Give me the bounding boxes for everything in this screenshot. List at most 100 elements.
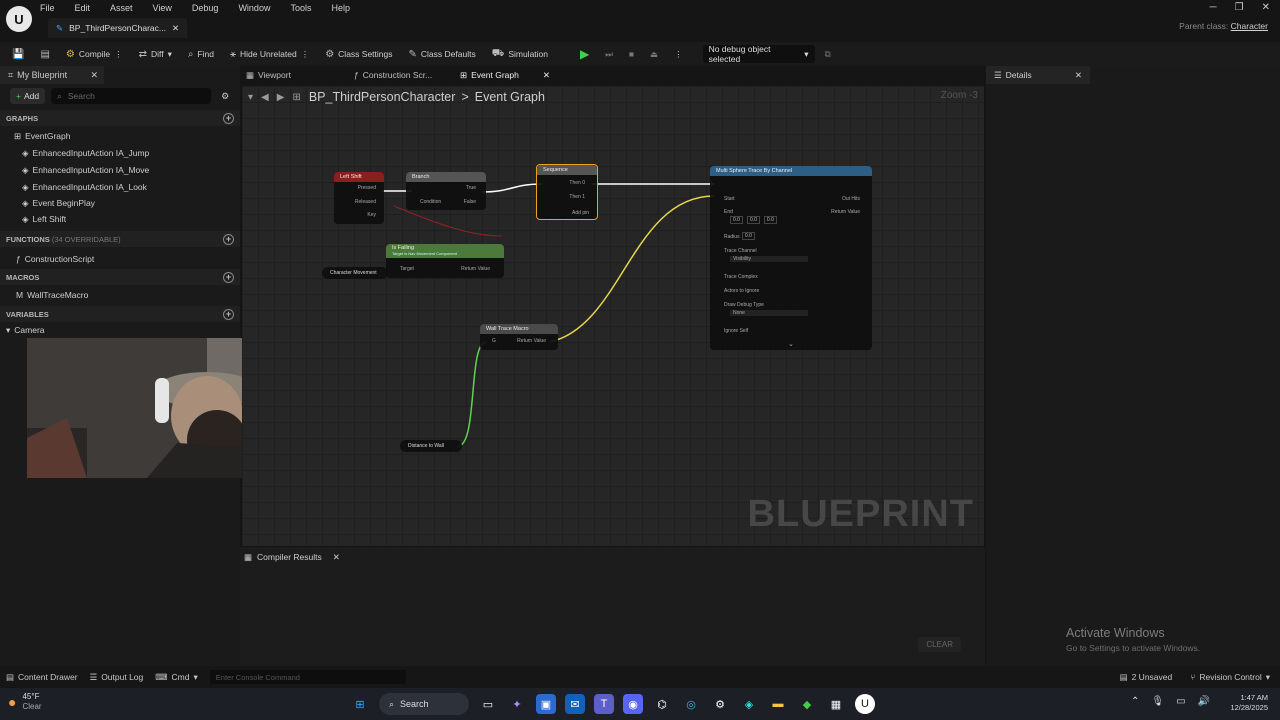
console-command-input[interactable]: Enter Console Command xyxy=(209,670,406,684)
graph-item[interactable]: ◈ Left Shift xyxy=(0,211,240,227)
section-graphs[interactable]: GRAPHS + xyxy=(0,110,240,126)
trace-channel-dropdown[interactable]: Visibility xyxy=(730,256,808,262)
search-input[interactable]: ⌕ Search xyxy=(51,88,212,104)
pin-trace-channel[interactable]: Trace Channel xyxy=(724,248,757,254)
cmd-select[interactable]: ⌨ Cmd ▾ xyxy=(155,672,198,683)
close-icon[interactable]: ✕ xyxy=(543,70,550,81)
revision-control-button[interactable]: ⑂ Revision Control ▾ xyxy=(1190,672,1270,683)
tab-viewport[interactable]: ▦ Viewport xyxy=(246,66,291,84)
save-button[interactable]: 💾 xyxy=(6,44,30,64)
graph-item[interactable]: ◈ EnhancedInputAction IA_Look xyxy=(0,179,240,195)
steam-icon[interactable]: ⚙ xyxy=(710,694,730,714)
diff-button[interactable]: ⇄ Diff ▾ xyxy=(133,44,178,64)
app2-icon[interactable]: ◈ xyxy=(739,694,759,714)
pin-g[interactable]: G xyxy=(492,338,496,344)
node-left-shift[interactable]: Left Shift Pressed Released Key xyxy=(334,172,384,224)
end-y-field[interactable]: 0.0 xyxy=(746,216,760,224)
pin-target[interactable]: Target xyxy=(400,266,414,272)
pin-out-hits[interactable]: Out Hits xyxy=(842,196,860,202)
draw-debug-dropdown[interactable]: None xyxy=(730,310,808,316)
output-log-button[interactable]: ☰ Output Log xyxy=(90,672,144,683)
add-graph-icon[interactable]: + xyxy=(223,112,234,124)
graph-item[interactable]: ◈ EnhancedInputAction IA_Jump xyxy=(0,145,240,161)
node-branch[interactable]: Branch True Condition False xyxy=(406,172,486,210)
tab-construction-script[interactable]: ƒ Construction Scr... xyxy=(354,66,432,84)
windows-start-icon[interactable]: ⊞ xyxy=(350,694,370,714)
tab-details[interactable]: ☰ Details ✕ xyxy=(986,66,1090,84)
add-variable-icon[interactable]: + xyxy=(223,308,234,320)
outlook-icon[interactable]: ✉ xyxy=(565,694,585,714)
compile-button[interactable]: ⚙ Compile ⋮ xyxy=(60,44,129,64)
unreal-engine-icon[interactable]: U xyxy=(855,694,875,714)
discord-icon[interactable]: ◉ xyxy=(623,694,643,714)
end-z-field[interactable]: 0.0 xyxy=(763,216,777,224)
add-function-icon[interactable]: + xyxy=(223,233,234,245)
content-drawer-button[interactable]: ▤ Content Drawer xyxy=(6,672,78,683)
app-icon[interactable]: ⌬ xyxy=(652,694,672,714)
chrome-icon[interactable]: ◎ xyxy=(681,694,701,714)
pin-return-value[interactable]: Return Value xyxy=(461,266,490,272)
graph-item[interactable]: ⊞ EventGraph xyxy=(0,128,240,144)
function-item[interactable]: ƒ ConstructionScript xyxy=(0,251,240,267)
pin-ignore-self[interactable]: Ignore Self xyxy=(724,328,748,334)
pin-actors-to-ignore[interactable]: Actors to Ignore xyxy=(724,288,759,294)
network-icon[interactable]: ▭ xyxy=(1176,696,1185,707)
step-button[interactable]: ⏭ xyxy=(599,44,619,64)
menu-edit[interactable]: Edit xyxy=(75,3,91,13)
menu-window[interactable]: Window xyxy=(238,3,270,13)
restore-icon[interactable]: ❐ xyxy=(1235,2,1244,13)
close-icon[interactable]: ✕ xyxy=(172,23,179,34)
tab-my-blueprint[interactable]: ⌗ My Blueprint ✕ xyxy=(0,66,104,84)
graph-item[interactable]: ◈ EnhancedInputAction IA_Move xyxy=(0,162,240,178)
find-button[interactable]: ⌕ Find xyxy=(182,44,220,64)
class-defaults-button[interactable]: ✎ Class Defaults xyxy=(403,44,482,64)
section-functions[interactable]: FUNCTIONS (34 OVERRIDABLE) + xyxy=(0,231,240,247)
pin-trace-complex[interactable]: Trace Complex xyxy=(724,274,758,280)
pin-then-0[interactable]: Then 0 xyxy=(569,180,585,186)
simulation-button[interactable]: ⛟ Simulation xyxy=(486,44,554,64)
play-button[interactable]: ▶ xyxy=(574,44,595,64)
node-multi-sphere-trace[interactable]: Multi Sphere Trace By Channel Start End … xyxy=(710,166,872,350)
app3-icon[interactable]: ◆ xyxy=(797,694,817,714)
stop-button[interactable]: ■ xyxy=(623,44,640,64)
macro-item[interactable]: M WallTraceMacro xyxy=(0,287,240,303)
document-tab[interactable]: ✎ BP_ThirdPersonCharac... ✕ xyxy=(48,18,188,38)
play-options-button[interactable]: ⋮ xyxy=(668,44,689,64)
file-explorer-icon[interactable]: ▬ xyxy=(768,694,788,714)
kebab-icon[interactable]: ⋮ xyxy=(301,49,310,60)
gear-icon[interactable]: ⚙ xyxy=(221,91,229,102)
pin-then-1[interactable]: Then 1 xyxy=(569,194,585,200)
close-icon[interactable]: ✕ xyxy=(90,70,98,81)
pin-return-value[interactable]: Return Value xyxy=(831,209,860,215)
pin-condition[interactable]: Condition xyxy=(420,199,441,205)
unsaved-button[interactable]: ▤ 2 Unsaved xyxy=(1120,672,1173,683)
eject-button[interactable]: ⏏ xyxy=(644,44,664,64)
pin-end[interactable]: End xyxy=(724,209,733,215)
pin-return-value[interactable]: Return Value xyxy=(517,338,546,344)
radius-field[interactable]: 0.0 xyxy=(742,232,755,240)
pin-true[interactable]: True xyxy=(466,185,476,191)
pin-false[interactable]: False xyxy=(464,199,476,205)
node-character-movement[interactable]: Character Movement xyxy=(322,267,388,279)
menu-debug[interactable]: Debug xyxy=(192,3,219,13)
add-button[interactable]: + Add xyxy=(10,88,46,104)
close-icon[interactable]: ✕ xyxy=(333,552,340,563)
tab-compiler-results[interactable]: ▦ Compiler Results ✕ xyxy=(244,549,340,565)
clear-button[interactable]: CLEAR xyxy=(918,637,961,652)
task-view-icon[interactable]: ▭ xyxy=(478,694,498,714)
taskbar-search[interactable]: ⌕ Search xyxy=(379,693,469,715)
graph-canvas[interactable]: ▾ ◀ ▶ ⊞ BP_ThirdPersonCharacter > Event … xyxy=(242,86,984,546)
add-pin-button[interactable]: Add pin xyxy=(572,210,589,216)
pin-start[interactable]: Start xyxy=(724,196,735,202)
node-is-falling[interactable]: Is Falling Target is Nav Movement Compon… xyxy=(386,244,504,278)
close-window-icon[interactable]: ✕ xyxy=(1262,2,1270,13)
chevron-up-icon[interactable]: ⌃ xyxy=(1131,696,1139,707)
node-sequence[interactable]: Sequence Then 0 Then 1 Add pin xyxy=(536,164,598,220)
teams-icon[interactable]: T xyxy=(594,694,614,714)
menu-view[interactable]: View xyxy=(153,3,172,13)
menu-help[interactable]: Help xyxy=(331,3,350,13)
debug-object-select[interactable]: No debug object selected ▾ xyxy=(702,44,815,64)
close-icon[interactable]: ✕ xyxy=(1075,70,1082,81)
pin-key[interactable]: Key xyxy=(367,212,376,218)
store-icon[interactable]: ▣ xyxy=(536,694,556,714)
